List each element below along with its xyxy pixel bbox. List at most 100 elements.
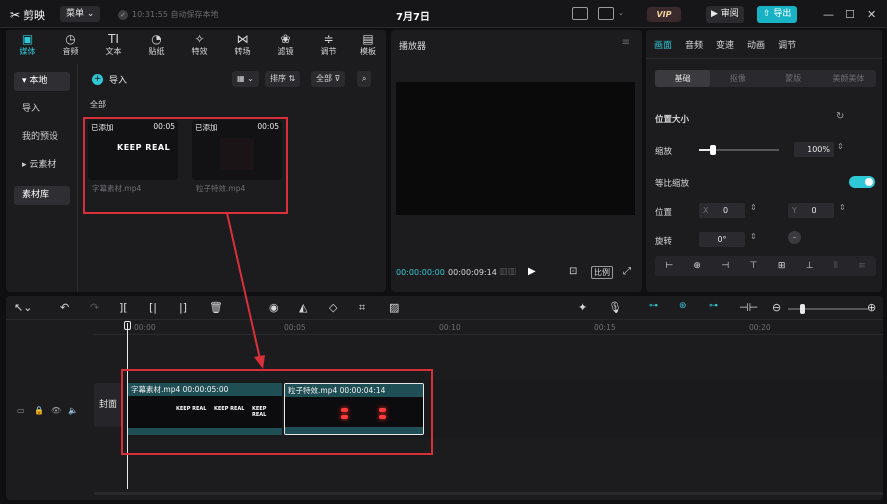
microphone-icon[interactable]: 🎙 xyxy=(608,301,622,314)
keyboard-icon[interactable] xyxy=(572,7,588,20)
tab-audio[interactable]: 音频 xyxy=(685,38,703,51)
rotate-input[interactable]: 0° xyxy=(699,232,745,247)
magic-icon[interactable]: ✦ xyxy=(578,301,587,314)
position-label: 位置 xyxy=(655,208,673,218)
auto-snap-icon[interactable]: ⊛ xyxy=(679,301,687,311)
tab-adjust[interactable]: 调节 xyxy=(778,38,796,51)
ratio-button[interactable]: 比例 xyxy=(591,266,613,279)
scale-stepper-icon[interactable]: ⇕ xyxy=(837,142,844,151)
rotate-stepper-icon[interactable]: ⇕ xyxy=(750,232,757,241)
tab-label: 调节 xyxy=(320,47,337,56)
subtab-cutout[interactable]: 抠像 xyxy=(710,70,765,87)
timeline-scrollbar[interactable] xyxy=(94,492,883,495)
player-screen[interactable] xyxy=(396,82,635,215)
tab-audio[interactable]: ◷ 音频 xyxy=(49,30,92,60)
y-input[interactable]: Y 0 xyxy=(788,203,834,218)
split-right-icon[interactable]: |] xyxy=(179,301,187,314)
image-icon[interactable]: ▨ xyxy=(389,301,399,314)
undo-icon[interactable]: ↶ xyxy=(60,301,69,314)
x-input[interactable]: X 0 xyxy=(699,203,745,218)
filter-all-button[interactable]: 全部 ⊽ xyxy=(311,71,346,87)
tab-adjust[interactable]: ≑ 调节 xyxy=(307,30,350,60)
subtab-mask[interactable]: 蒙版 xyxy=(766,70,821,87)
fullscreen-icon[interactable]: ⤢ xyxy=(623,266,631,277)
split-icon[interactable]: ][ xyxy=(119,301,128,314)
tab-animation[interactable]: 动画 xyxy=(747,38,765,51)
reset-icon[interactable]: ↻ xyxy=(836,111,844,122)
cover-button[interactable]: 封面 xyxy=(94,383,122,427)
rotate-dial-icon[interactable]: – xyxy=(788,231,801,244)
tab-filter[interactable]: ❀ 滤镜 xyxy=(264,30,307,60)
distribute-h-icon[interactable]: ⫴ xyxy=(834,261,838,271)
review-button[interactable]: ▶ 审阅 xyxy=(706,6,744,23)
mirror-icon[interactable]: ◭ xyxy=(299,301,307,314)
align-top-icon[interactable]: ⊤ xyxy=(750,261,758,271)
sort-button[interactable]: 排序 ⇅ xyxy=(265,71,301,87)
zoom-slider-knob[interactable] xyxy=(800,304,805,314)
tab-template[interactable]: ▤ 模板 xyxy=(350,30,386,60)
sidebar-item-import[interactable]: 导入 xyxy=(14,100,70,119)
delete-icon[interactable]: 🗑 xyxy=(209,301,223,314)
sidebar-item-presets[interactable]: 我的预设 xyxy=(14,128,70,147)
filter-label: 全部 xyxy=(316,74,332,83)
sidebar-item-library[interactable]: 素材库 xyxy=(14,186,70,205)
maximize-icon[interactable]: ☐ xyxy=(845,8,855,21)
layout-dropdown-icon[interactable]: ⌄ xyxy=(618,9,624,17)
preview-axis-icon[interactable]: ⊣⊢ xyxy=(739,301,758,314)
sidebar-item-local[interactable]: ▾ 本地 xyxy=(14,72,70,91)
split-left-icon[interactable]: [| xyxy=(149,301,157,314)
eye-icon[interactable]: 👁 xyxy=(51,406,61,415)
crop-icon[interactable]: ⌗ xyxy=(359,301,365,315)
menu-icon[interactable]: ≡ xyxy=(622,37,630,48)
tab-speed[interactable]: 变速 xyxy=(716,38,734,51)
waveform-icon[interactable]: ▥▥ xyxy=(499,267,516,277)
tab-label: 音频 xyxy=(62,47,79,56)
align-vcenter-icon[interactable]: ⊞ xyxy=(778,261,786,271)
track-type-icon[interactable]: ▭ xyxy=(17,406,25,415)
play-icon[interactable]: ▶ xyxy=(528,266,536,277)
scale-input[interactable]: 100% xyxy=(794,142,834,157)
tab-transition[interactable]: ⋈ 转场 xyxy=(221,30,264,60)
select-tool-icon[interactable]: ↖⌄ xyxy=(14,301,32,314)
sidebar-item-cloud[interactable]: ▸ 云素材 xyxy=(14,156,70,175)
align-hcenter-icon[interactable]: ⊕ xyxy=(693,261,701,271)
vip-badge[interactable]: VIP xyxy=(647,7,681,22)
tab-picture[interactable]: 画面 xyxy=(654,38,672,51)
x-stepper-icon[interactable]: ⇕ xyxy=(750,203,757,212)
speaker-icon[interactable]: 🔈 xyxy=(68,406,78,415)
subtab-basic[interactable]: 基础 xyxy=(655,70,711,87)
import-button[interactable]: + 导入 xyxy=(92,73,127,86)
zoom-slider[interactable] xyxy=(788,304,868,314)
search-button[interactable]: ⌕ xyxy=(357,71,372,87)
linkage-icon[interactable]: ⊶ xyxy=(709,301,718,311)
scale-slider-knob[interactable] xyxy=(709,145,716,155)
section-label: 全部 xyxy=(90,100,106,109)
y-stepper-icon[interactable]: ⇕ xyxy=(839,203,846,212)
tab-media[interactable]: ▣ 媒体 xyxy=(6,30,49,60)
redo-icon[interactable]: ↷ xyxy=(90,301,99,314)
align-right-icon[interactable]: ⊣ xyxy=(721,261,729,271)
minimize-icon[interactable]: — xyxy=(823,8,834,21)
layout-icon[interactable] xyxy=(598,7,614,20)
tab-text[interactable]: TI 文本 xyxy=(92,30,135,60)
tab-effects[interactable]: ✧ 特效 xyxy=(178,30,221,60)
view-mode-button[interactable]: ▦ ⌄ xyxy=(232,71,259,87)
align-left-icon[interactable]: ⊢ xyxy=(665,261,673,271)
ruler-tick: 00:00 xyxy=(134,323,156,332)
distribute-v-icon[interactable]: ≡ xyxy=(858,261,866,271)
export-button[interactable]: ⇧ 导出 xyxy=(757,6,798,23)
main-track-magnet-icon[interactable]: ⊶ xyxy=(649,301,658,311)
rotate-icon[interactable]: ◇ xyxy=(329,301,337,314)
adjust-icon: ≑ xyxy=(323,32,334,46)
close-icon[interactable]: ✕ xyxy=(867,8,876,21)
freeze-icon[interactable]: ◉ xyxy=(269,301,279,314)
lock-icon[interactable]: 🔒 xyxy=(34,406,44,415)
menu-button[interactable]: 菜单 ⌄ xyxy=(60,6,101,22)
subtab-beauty[interactable]: 美颜美体 xyxy=(821,70,876,87)
uniform-scale-toggle[interactable] xyxy=(849,176,875,188)
fit-icon[interactable]: ⊡ xyxy=(569,266,577,277)
align-bottom-icon[interactable]: ⊥ xyxy=(806,261,814,271)
zoom-out-icon[interactable]: ⊖ xyxy=(772,301,781,314)
zoom-in-icon[interactable]: ⊕ xyxy=(867,301,876,314)
tab-sticker[interactable]: ◔ 贴纸 xyxy=(135,30,178,60)
